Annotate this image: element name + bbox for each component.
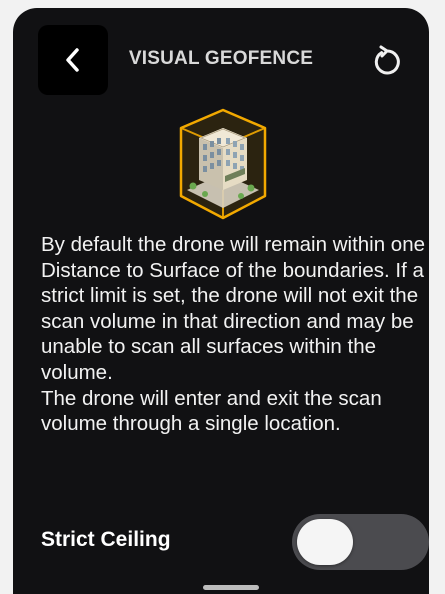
geofence-panel: VISUAL GEOFENCE By default the drone wil… (13, 8, 429, 594)
geofence-description: By default the drone will remain within … (41, 232, 425, 437)
description-paragraph: The drone will enter and exit the scan v… (41, 386, 382, 436)
reset-button[interactable] (367, 42, 407, 82)
building-in-geofence-icon (179, 108, 267, 220)
description-paragraph: By default the drone will remain within … (41, 233, 426, 384)
strict-ceiling-toggle[interactable] (292, 514, 429, 570)
strict-ceiling-label: Strict Ceiling (41, 528, 171, 551)
toggle-knob (297, 519, 353, 565)
home-indicator (203, 585, 259, 590)
reset-icon (374, 45, 400, 75)
